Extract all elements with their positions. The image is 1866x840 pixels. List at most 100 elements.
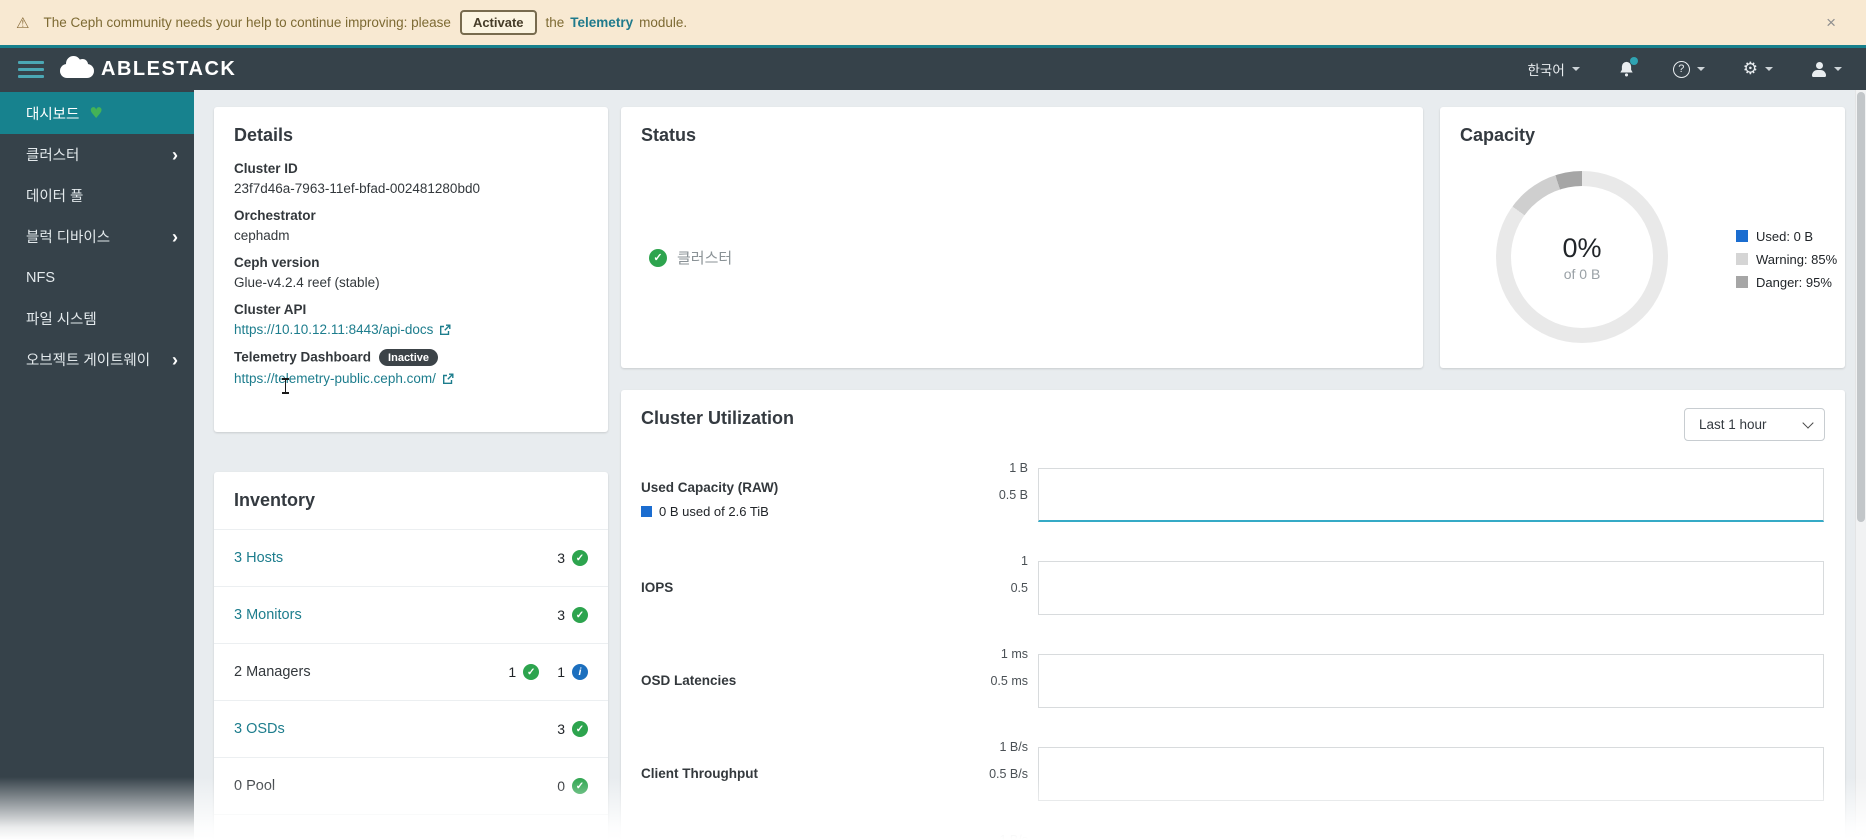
help-icon: ?: [1672, 60, 1690, 78]
hosts-link[interactable]: 3 Hosts: [234, 550, 283, 566]
vertical-scrollbar[interactable]: [1855, 90, 1866, 840]
row-legend: 0 B used of 2.6 TiB: [641, 504, 769, 519]
inventory-card: Inventory 3 Hosts 3 ✓ 3 Monitors 3 ✓ 2 M…: [214, 472, 608, 840]
osds-count: 3 ✓: [557, 721, 588, 737]
cluster-id-value: 23f7d46a-7963-11ef-bfad-002481280bd0: [234, 181, 480, 196]
language-dropdown[interactable]: 한국어: [1527, 59, 1580, 79]
notifications-button[interactable]: [1618, 57, 1638, 78]
check-circle-icon: ✓: [649, 248, 667, 267]
chevron-down-icon: [1765, 67, 1773, 71]
telemetry-banner: ⚠ The Ceph community needs your help to …: [0, 0, 1866, 45]
navbar-actions: 한국어 ? ⚙: [1527, 57, 1842, 79]
warning-icon: ⚠: [16, 13, 30, 32]
telemetry-url: https://telemetry-public.ceph.com/: [234, 371, 436, 386]
count-value: 3: [557, 550, 565, 566]
health-heart-icon: ♥: [89, 104, 103, 122]
top-navbar: ABLESTACK 한국어 ? ⚙: [0, 48, 1866, 90]
cluster-health-status: ✓ 클러스터: [649, 247, 732, 268]
capacity-total: of 0 B: [1563, 265, 1601, 282]
sidebar-item-dashboard[interactable]: 대시보드 ♥: [0, 92, 194, 134]
check-circle-icon: ✓: [572, 607, 588, 623]
used-capacity-chart: [1038, 468, 1824, 522]
utilization-row-client-throughput: Client Throughput 1 B/s 0.5 B/s: [621, 740, 1845, 801]
sidebar-item-block[interactable]: 블럭 디바이스 ›: [0, 216, 194, 257]
managers-count: 1 ✓ 1 i: [508, 664, 588, 680]
chevron-right-icon: ›: [172, 226, 178, 247]
cluster-utilization-card: Cluster Utilization Last 1 hour Used Cap…: [621, 390, 1845, 840]
chevron-down-icon: [1834, 67, 1842, 71]
chevron-down-icon: [1696, 67, 1705, 71]
legend-swatch-danger: [1736, 276, 1748, 288]
monitors-count: 3 ✓: [557, 607, 588, 623]
inactive-badge: Inactive: [379, 349, 439, 366]
check-circle-icon: ✓: [572, 550, 588, 566]
time-range-select[interactable]: Last 1 hour: [1684, 408, 1825, 441]
cluster-id-label: Cluster ID: [234, 161, 298, 176]
legend-swatch-warning: [1736, 253, 1748, 265]
row-label: Client Throughput: [641, 766, 758, 781]
client-throughput-chart: [1038, 747, 1824, 801]
sidebar-item-pools[interactable]: 데이터 풀: [0, 175, 194, 216]
count-value: 0: [557, 778, 565, 794]
inventory-row-pools: 0 Pool 0 ✓: [214, 757, 608, 814]
user-dropdown[interactable]: [1811, 61, 1842, 77]
sidebar-item-cluster[interactable]: 클러스터 ›: [0, 134, 194, 175]
external-link-icon: [439, 324, 451, 336]
sidebar-item-label: NFS: [26, 269, 55, 286]
legend-label: Danger: 95%: [1756, 274, 1832, 290]
ceph-dashboard-page: ⚠ The Ceph community needs your help to …: [0, 0, 1866, 840]
inventory-title: Inventory: [234, 490, 316, 510]
sidebar-item-label: 클러스터: [26, 148, 80, 164]
y-tick: 0.5 ms: [990, 674, 1028, 688]
telemetry-dashboard-label: Telemetry Dashboard Inactive: [234, 349, 588, 366]
cluster-health-label: 클러스터: [677, 250, 733, 267]
sidebar-item-filesystem[interactable]: 파일 시스템: [0, 298, 194, 339]
banner-close-icon[interactable]: ×: [1826, 13, 1850, 33]
inventory-row-managers: 2 Managers 1 ✓ 1 i: [214, 643, 608, 700]
language-label: 한국어: [1527, 63, 1565, 78]
hamburger-menu-icon[interactable]: [18, 57, 44, 82]
notification-dot: [1629, 57, 1638, 65]
cluster-api-link[interactable]: https://10.10.12.11:8443/api-docs: [234, 322, 451, 337]
capacity-donut-chart: 0% of 0 B: [1496, 171, 1668, 343]
cloud-icon: [60, 55, 94, 78]
inventory-row-partial: [214, 814, 608, 840]
scrollbar-thumb[interactable]: [1857, 92, 1865, 522]
capacity-legend: Used: 0 B Warning: 85% Danger: 95%: [1736, 228, 1837, 297]
y-tick: 1 B/s: [999, 740, 1029, 754]
banner-text-before: The Ceph community needs your help to co…: [43, 15, 451, 30]
details-card: Details Cluster ID 23f7d46a-7963-11ef-bf…: [214, 107, 608, 432]
legend-item-used: Used: 0 B: [1736, 228, 1837, 244]
telemetry-module-link[interactable]: Telemetry: [570, 15, 633, 30]
legend-label: Used: 0 B: [1756, 228, 1814, 244]
row-label: Used Capacity (RAW): [641, 480, 779, 495]
utilization-row-iops: IOPS 1 0.5: [621, 554, 1845, 615]
row-label: IOPS: [641, 580, 674, 595]
count-value: 3: [557, 721, 565, 737]
osds-link[interactable]: 3 OSDs: [234, 721, 285, 737]
sidebar-item-label: 대시보드: [26, 106, 80, 123]
help-dropdown[interactable]: ?: [1672, 60, 1705, 78]
user-icon: [1811, 61, 1827, 77]
chevron-right-icon: ›: [172, 144, 178, 165]
y-tick: 1 B: [1009, 461, 1028, 475]
brand-logo: ABLESTACK: [60, 55, 237, 81]
inventory-row-osds: 3 OSDs 3 ✓: [214, 700, 608, 757]
settings-dropdown[interactable]: ⚙: [1742, 58, 1773, 79]
telemetry-dashboard-link[interactable]: https://telemetry-public.ceph.com/: [234, 371, 454, 386]
activate-button[interactable]: Activate: [459, 10, 537, 35]
legend-item-danger: Danger: 95%: [1736, 274, 1837, 290]
orchestrator-value: cephadm: [234, 228, 290, 243]
sidebar-item-nfs[interactable]: NFS: [0, 257, 194, 298]
hosts-count: 3 ✓: [557, 550, 588, 566]
monitors-link[interactable]: 3 Monitors: [234, 607, 302, 623]
ceph-version-value: Glue-v4.2.4 reef (stable): [234, 275, 380, 290]
count-value: 3: [557, 607, 565, 623]
legend-label: 0 B used of 2.6 TiB: [659, 504, 769, 519]
status-title: Status: [641, 125, 697, 145]
brand-name: ABLESTACK: [101, 57, 237, 80]
gear-icon: ⚙: [1742, 58, 1758, 79]
telemetry-dashboard-text: Telemetry Dashboard: [234, 349, 372, 365]
status-card: Status ✓ 클러스터: [621, 107, 1423, 368]
sidebar-item-object-gateway[interactable]: 오브젝트 게이트웨이 ›: [0, 339, 194, 380]
